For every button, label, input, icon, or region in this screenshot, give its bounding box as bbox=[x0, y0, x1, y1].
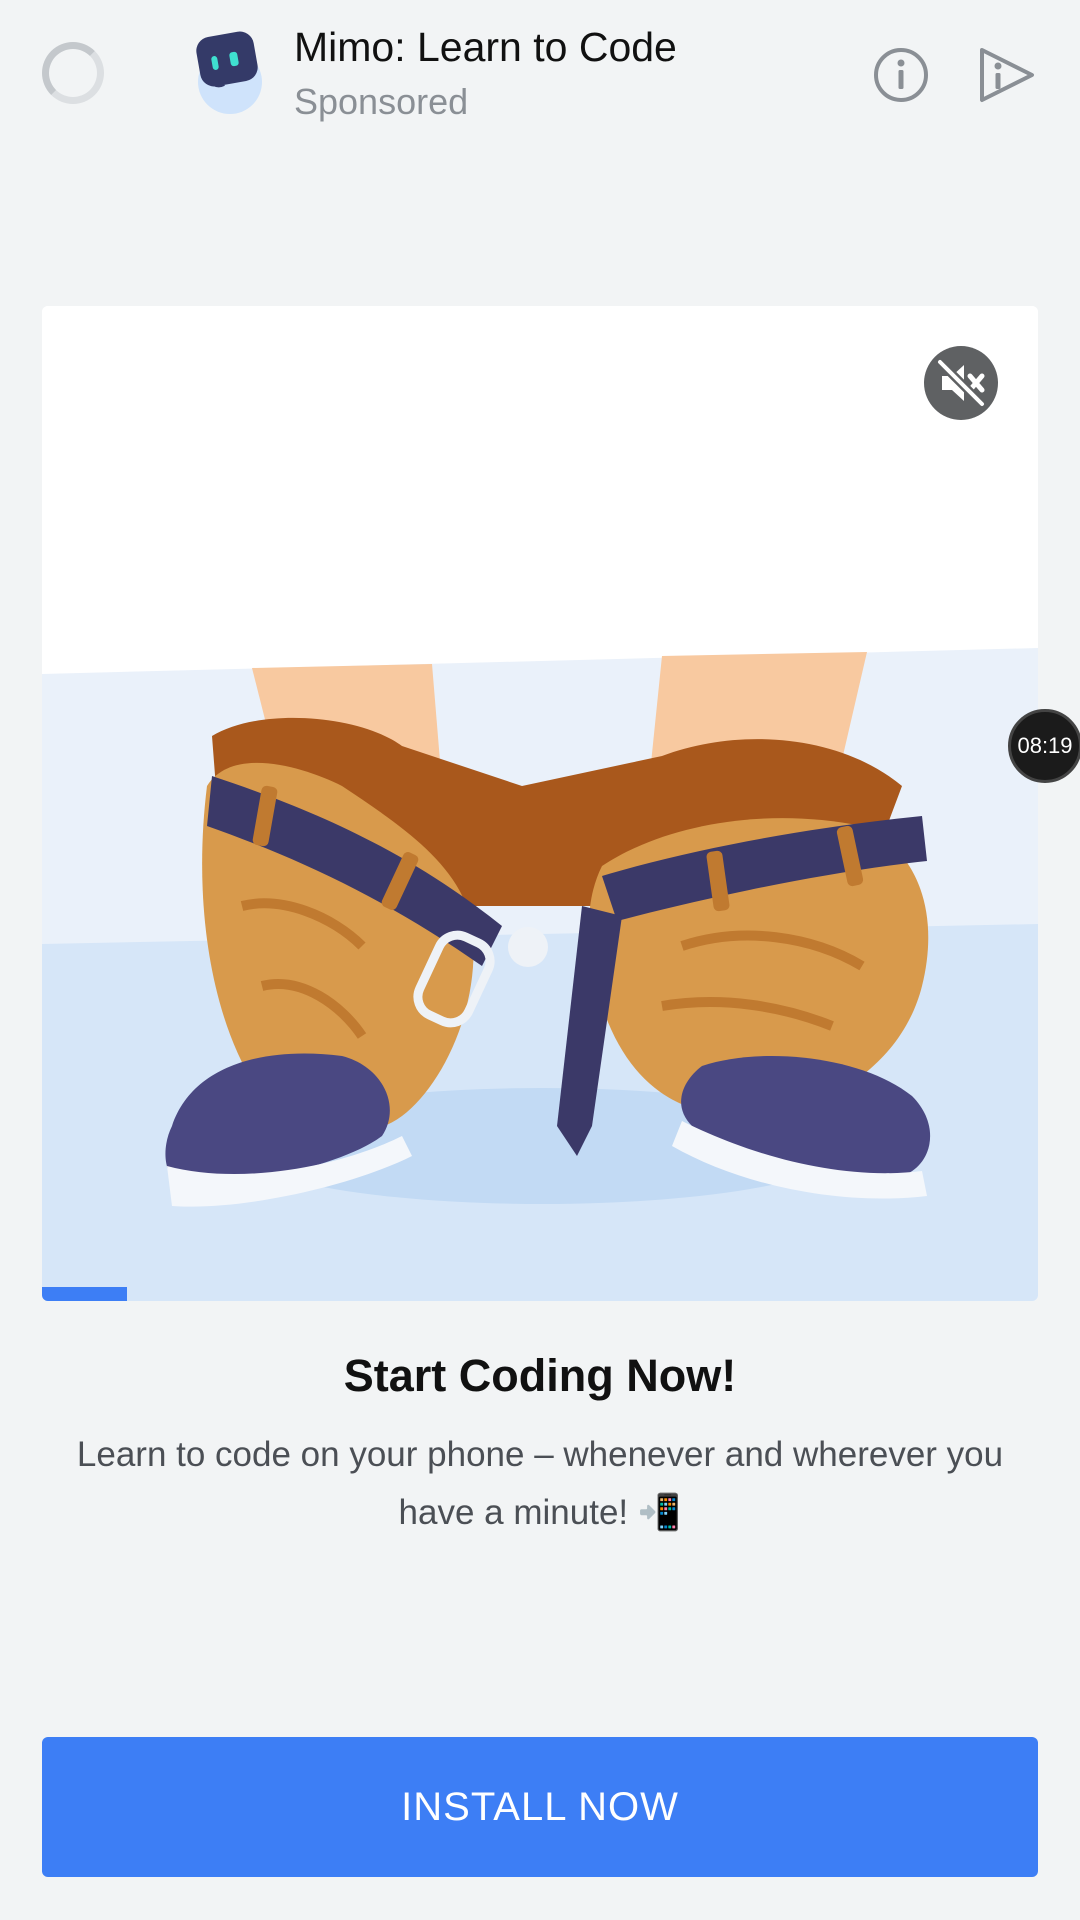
muted-speaker-icon bbox=[936, 358, 986, 408]
pants-down-illustration bbox=[42, 306, 1038, 1301]
info-icon[interactable] bbox=[872, 46, 930, 104]
mute-toggle-button[interactable] bbox=[924, 346, 998, 420]
adchoices-icon[interactable] bbox=[976, 44, 1038, 106]
app-logo-icon[interactable] bbox=[192, 30, 272, 116]
video-progress-bar bbox=[42, 1287, 1038, 1301]
ad-screen: Mimo: Learn to Code Sponsored 08:19 Star… bbox=[0, 0, 1080, 1920]
countdown-timer: 08:19 bbox=[1008, 709, 1080, 783]
ad-body-text: Learn to code on your phone – whenever a… bbox=[76, 1435, 1004, 1532]
loading-spinner-icon bbox=[42, 42, 104, 104]
ad-video[interactable] bbox=[42, 306, 1038, 1301]
app-title[interactable]: Mimo: Learn to Code bbox=[294, 24, 677, 71]
install-now-button[interactable]: INSTALL NOW bbox=[42, 1737, 1038, 1877]
ad-headline: Start Coding Now! bbox=[343, 1350, 737, 1401]
video-progress-fill bbox=[42, 1287, 127, 1301]
sponsored-label: Sponsored bbox=[294, 81, 469, 122]
